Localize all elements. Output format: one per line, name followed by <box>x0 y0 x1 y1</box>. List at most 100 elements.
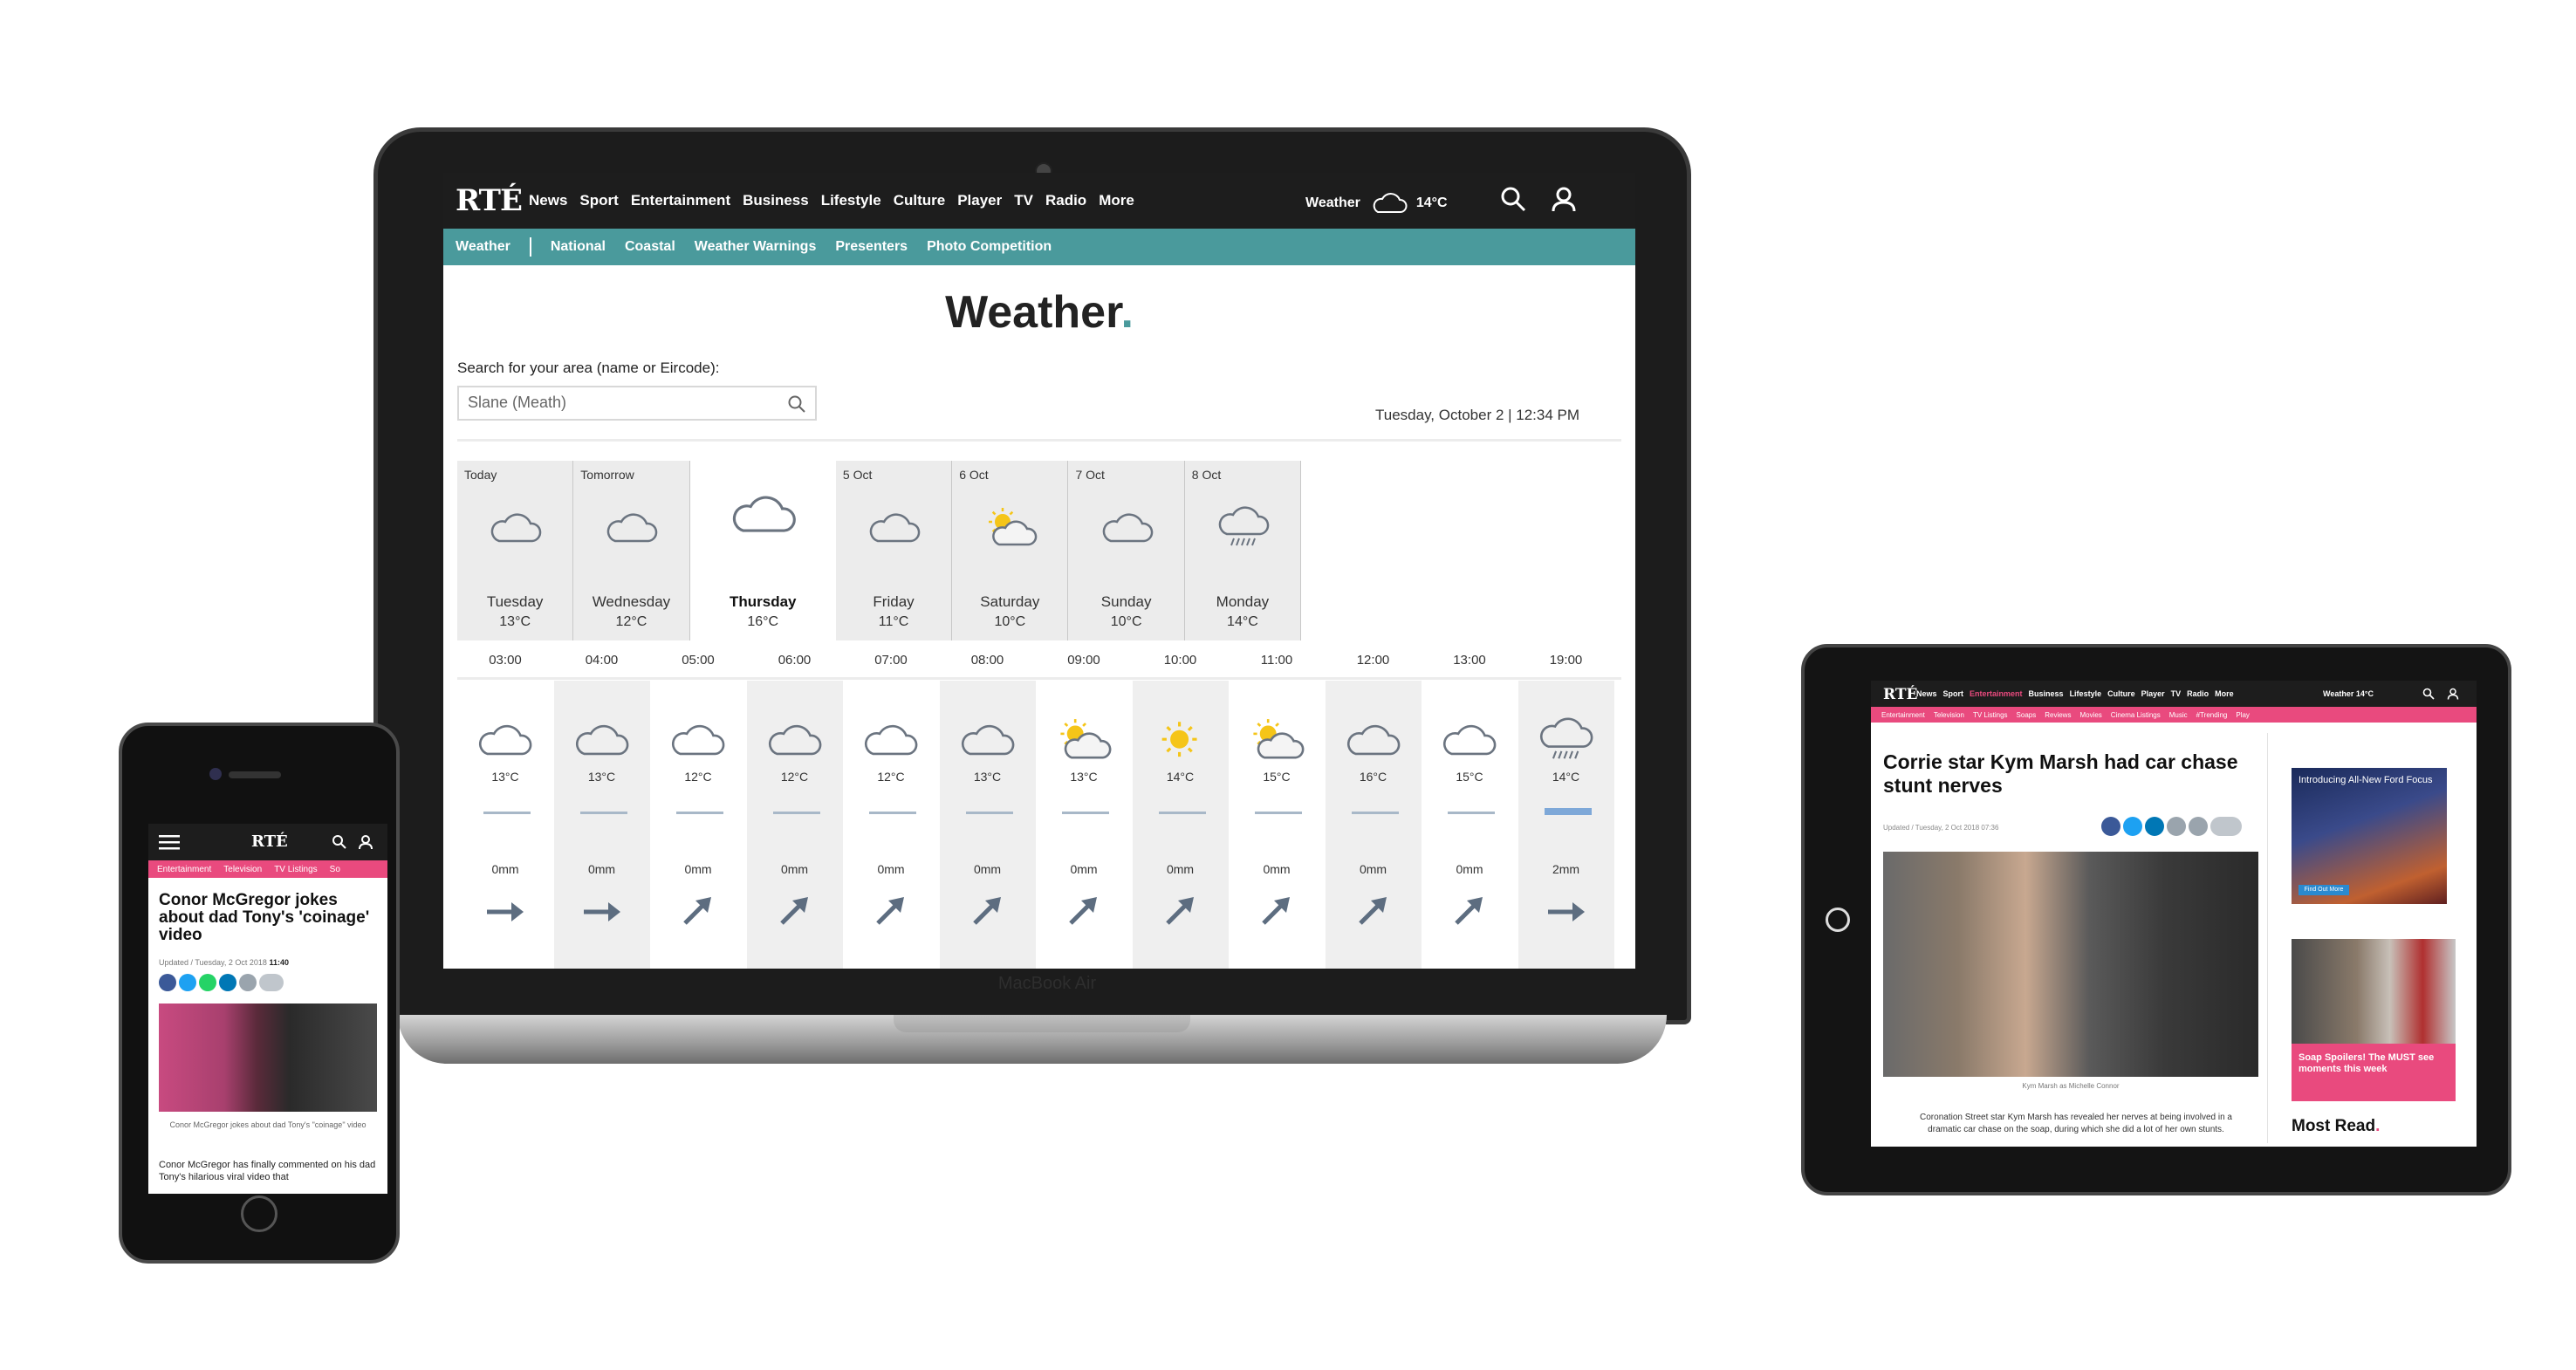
nav-item-culture[interactable]: Culture <box>894 192 946 209</box>
day-temp: 16°C <box>747 614 779 629</box>
tablet-article-image[interactable] <box>1883 852 2258 1077</box>
comments-icon[interactable] <box>259 974 284 991</box>
day-card-tuesday[interactable]: Today Tuesday 13°C <box>457 461 574 640</box>
tablet-subnav-item[interactable]: Soaps <box>2017 711 2037 719</box>
phone-home-button[interactable] <box>241 1195 277 1232</box>
hour-rain: 0mm <box>1070 862 1098 876</box>
email-icon[interactable] <box>239 974 257 991</box>
tablet-nav-item-culture[interactable]: Culture <box>2107 689 2135 698</box>
day-card-monday[interactable]: 8 Oct Monday 14°C <box>1184 461 1302 640</box>
nav-item-radio[interactable]: Radio <box>1045 192 1086 209</box>
tablet-promo-card[interactable]: Soap Spoilers! The MUST see moments this… <box>2292 939 2456 1101</box>
menu-icon[interactable] <box>159 834 180 850</box>
day-card-friday[interactable]: 5 Oct Friday 11°C <box>835 461 953 640</box>
tablet-weather[interactable]: Weather 14°C <box>2323 689 2374 698</box>
tablet-nav-item-more[interactable]: More <box>2215 689 2234 698</box>
search-icon[interactable] <box>332 834 347 850</box>
wind-arrow-northeast-icon <box>1165 897 1194 925</box>
ad-button[interactable]: Find Out More <box>2299 885 2349 895</box>
subnav-item-warnings[interactable]: Weather Warnings <box>695 239 817 255</box>
day-card-thursday[interactable]: Thursday 16°C <box>689 461 836 640</box>
tablet-subnav-item[interactable]: Television <box>1934 711 1964 719</box>
subnav-item-national[interactable]: National <box>551 239 606 255</box>
tablet-subnav-item[interactable]: TV Listings <box>1973 711 2008 719</box>
hour-time: 08:00 <box>970 653 1004 668</box>
tablet-nav-item-news[interactable]: News <box>1916 689 1937 698</box>
day-name: Friday <box>873 593 915 610</box>
nav-item-lifestyle[interactable]: Lifestyle <box>821 192 881 209</box>
tablet-home-button[interactable] <box>1826 908 1850 932</box>
nav-item-business[interactable]: Business <box>743 192 809 209</box>
hour-temp: 12°C <box>780 770 809 784</box>
tablet-subnav-item[interactable]: Play <box>2236 711 2250 719</box>
tablet-nav-item-player[interactable]: Player <box>2141 689 2165 698</box>
tablet-article-headline[interactable]: Corrie star Kym Marsh had car chase stun… <box>1883 750 2258 798</box>
phone-article-image[interactable] <box>159 1004 377 1112</box>
nav-item-entertainment[interactable]: Entertainment <box>631 192 730 209</box>
phone-subnav-item[interactable]: So <box>330 865 340 874</box>
day-temp: 13°C <box>499 614 531 629</box>
subnav-weather-home[interactable]: Weather <box>456 239 510 255</box>
nav-item-player[interactable]: Player <box>957 192 1002 209</box>
tablet-nav-item-entertainment[interactable]: Entertainment <box>1970 689 2023 698</box>
tablet-nav-item-tv[interactable]: TV <box>2171 689 2182 698</box>
rte-logo[interactable]: RTÉ <box>1883 686 1917 703</box>
subnav-item-coastal[interactable]: Coastal <box>625 239 675 255</box>
print-icon[interactable] <box>2189 817 2208 836</box>
cloud-icon <box>1346 724 1400 756</box>
hour-temp: 14°C <box>1166 770 1195 784</box>
phone-article-headline[interactable]: Conor McGregor jokes about dad Tony's 'c… <box>159 892 377 944</box>
day-icon-wrap <box>866 506 921 552</box>
tablet-subnav-item[interactable]: Entertainment <box>1881 711 1925 719</box>
nav-weather-widget[interactable]: Weather 14°C <box>1305 192 1448 215</box>
twitter-icon[interactable] <box>179 974 196 991</box>
phone-subnav-item[interactable]: Entertainment <box>157 865 211 874</box>
nav-weather-label: Weather <box>1305 195 1360 210</box>
twitter-icon[interactable] <box>2123 817 2142 836</box>
tablet-subnav-item[interactable]: #Trending <box>2196 711 2228 719</box>
nav-item-more[interactable]: More <box>1099 192 1134 209</box>
phone-screen: RTÉ Entertainment Television TV Listings… <box>148 824 387 1194</box>
subnav-item-photo-competition[interactable]: Photo Competition <box>927 239 1052 255</box>
search-icon[interactable] <box>1499 185 1527 213</box>
phone-subnav-item[interactable]: Television <box>223 865 262 874</box>
tablet-subnav-item[interactable]: Cinema Listings <box>2111 711 2161 719</box>
linkedin-icon[interactable] <box>219 974 236 991</box>
day-card-sunday[interactable]: 7 Oct Sunday 10°C <box>1068 461 1185 640</box>
tablet-ford-ad[interactable]: Introducing All-New Ford Focus Find Out … <box>2292 768 2447 904</box>
rte-logo[interactable]: RTÉ <box>251 832 288 851</box>
user-icon[interactable] <box>2447 688 2459 700</box>
search-icon[interactable] <box>2422 688 2435 700</box>
email-icon[interactable] <box>2167 817 2186 836</box>
tablet-nav-item-lifestyle[interactable]: Lifestyle <box>2070 689 2102 698</box>
area-search-input[interactable] <box>466 393 784 413</box>
nav-item-sport[interactable]: Sport <box>579 192 618 209</box>
day-icon-wrap <box>487 506 543 552</box>
tablet-subnav-item[interactable]: Music <box>2169 711 2188 719</box>
tablet-subnav-item[interactable]: Reviews <box>2045 711 2071 719</box>
day-card-wednesday[interactable]: Tomorrow Wednesday 12°C <box>573 461 690 640</box>
day-icon-wrap <box>1215 506 1271 552</box>
search-icon[interactable] <box>787 394 806 414</box>
cloud-icon <box>768 724 821 756</box>
nav-item-tv[interactable]: TV <box>1014 192 1033 209</box>
facebook-icon[interactable] <box>2101 817 2120 836</box>
tablet-nav-item-business[interactable]: Business <box>2029 689 2064 698</box>
tablet-nav-item-sport[interactable]: Sport <box>1943 689 1964 698</box>
day-card-saturday[interactable]: 6 Oct Saturday 10°C <box>952 461 1069 640</box>
hour-rain: 0mm <box>684 862 712 876</box>
user-icon[interactable] <box>358 834 373 850</box>
rte-logo[interactable]: RTÉ <box>456 183 523 218</box>
nav-item-news[interactable]: News <box>529 192 567 209</box>
subnav-item-presenters[interactable]: Presenters <box>835 239 908 255</box>
tablet-subnav-item[interactable]: Movies <box>2079 711 2101 719</box>
area-search-field[interactable] <box>457 386 817 421</box>
facebook-icon[interactable] <box>159 974 176 991</box>
linkedin-icon[interactable] <box>2145 817 2164 836</box>
whatsapp-icon[interactable] <box>199 974 216 991</box>
tablet-nav-item-radio[interactable]: Radio <box>2187 689 2209 698</box>
user-icon[interactable] <box>1550 185 1578 213</box>
phone-subnav-item[interactable]: TV Listings <box>274 865 317 874</box>
page-title: Weather. <box>443 286 1635 339</box>
comments-icon[interactable] <box>2210 817 2242 836</box>
